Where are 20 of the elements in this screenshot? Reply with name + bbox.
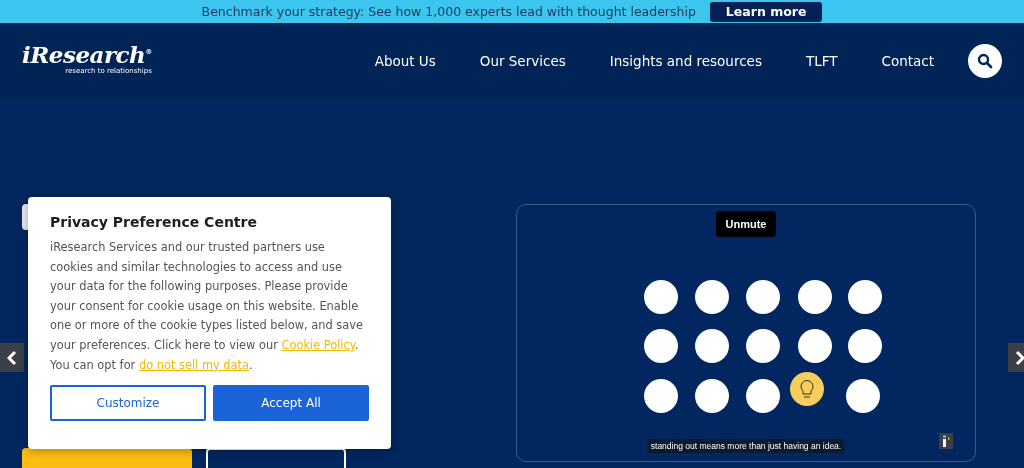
learn-more-button[interactable]: Learn more — [709, 1, 823, 22]
nav-link[interactable]: TLFT — [805, 53, 838, 69]
accept-button[interactable]: Accept All — [213, 385, 369, 422]
nav-link[interactable]: Contact — [881, 53, 934, 69]
nav-link[interactable]: About Us — [374, 53, 436, 69]
nav-link[interactable]: Our Services — [479, 53, 566, 69]
consent-text: iResearch Services and our trusted partners use cookies and similar technologies to access and use your data for the following purposes. Please provide your consent for cookie usage on this website. Enable one or more of the cookie types listed below, and save your preferences. Click here to view our Cookie Policy. You can opt for do not sell my data. — [50, 239, 364, 374]
search-icon — [977, 53, 993, 69]
dialog-title: Privacy Preference Centre — [50, 214, 258, 230]
chevron-left-icon — [7, 349, 17, 366]
previous-slide-button[interactable] — [0, 343, 24, 372]
customize-button[interactable]: Customize — [50, 385, 206, 422]
logo[interactable]: iResearch$^{®}$ — [22, 43, 152, 66]
unmute-button[interactable]: Unmute — [715, 211, 777, 237]
chevron-right-icon — [1015, 349, 1024, 366]
search-button[interactable] — [968, 44, 1002, 78]
nav-link[interactable]: Insights and resources — [609, 53, 762, 69]
brand-mark-icon — [939, 433, 953, 449]
announcement-text: Benchmark your strategy: See how 1,000 experts lead with thought leadership — [201, 4, 696, 19]
video-caption: standing out means more than just having an idea. — [647, 439, 845, 453]
